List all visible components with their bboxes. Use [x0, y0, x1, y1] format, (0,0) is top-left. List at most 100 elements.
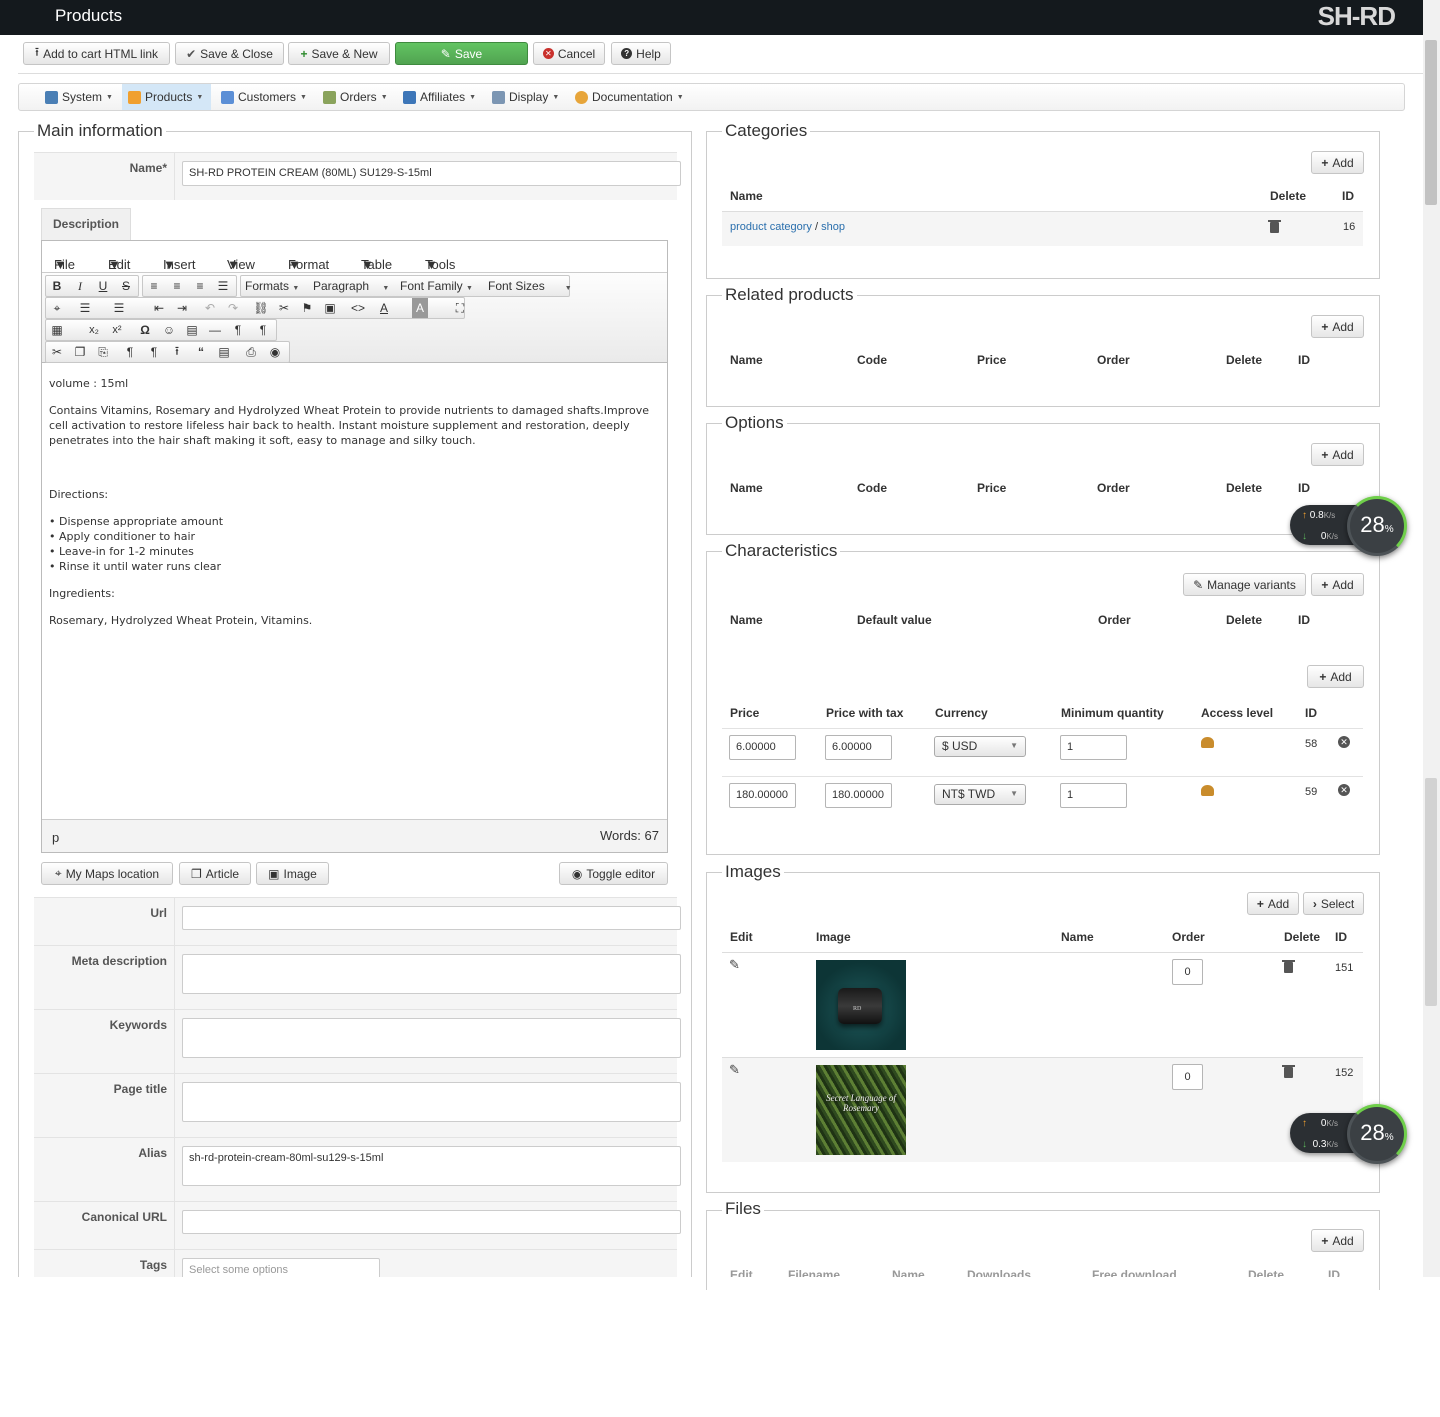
keywords-textarea[interactable]	[182, 1018, 681, 1058]
minimum-quantity-input[interactable]: 1	[1060, 783, 1127, 808]
add-to-cart-html-link-button[interactable]: ⭱ Add to cart HTML link	[23, 42, 170, 65]
minimum-quantity-input[interactable]: 1	[1060, 735, 1127, 760]
menu-customers[interactable]: Customers ▼	[215, 84, 313, 110]
currency-select[interactable]: NT$ TWD ▼	[934, 784, 1026, 805]
category-link-shop[interactable]: shop	[821, 221, 845, 233]
font-family-dropdown[interactable]: Font Family ▼	[400, 279, 473, 293]
background-color-icon[interactable]: A	[412, 298, 428, 318]
related-add-button[interactable]: + Add	[1311, 315, 1364, 338]
bookmark-icon[interactable]: ⚑	[296, 298, 318, 318]
menu-orders[interactable]: Orders ▼	[317, 84, 394, 110]
meta-description-textarea[interactable]	[182, 954, 681, 994]
my-maps-location-button[interactable]: ⌖ My Maps location	[41, 862, 173, 885]
price-input[interactable]: 6.00000	[729, 735, 796, 760]
tab-description[interactable]: Description	[41, 208, 131, 240]
save-close-button[interactable]: ✔ Save & Close	[175, 42, 284, 65]
redo-icon[interactable]: ↷	[222, 298, 244, 318]
menu-system[interactable]: System ▼	[39, 84, 119, 110]
prices-add-button[interactable]: + Add	[1307, 665, 1364, 688]
paste-icon[interactable]: ⎘	[92, 342, 114, 362]
subscript-icon[interactable]: x₂	[83, 320, 105, 340]
link-icon[interactable]: ⛓	[250, 298, 272, 318]
underline-icon[interactable]: U	[92, 276, 114, 296]
numbered-list-icon[interactable]: ☰	[108, 298, 130, 318]
media-icon[interactable]: ▤	[181, 320, 203, 340]
category-link-product-category[interactable]: product category	[730, 221, 812, 233]
page-scrollbar[interactable]	[1423, 0, 1440, 1277]
ltr-icon[interactable]: ¶	[227, 320, 249, 340]
paragraph-mark-icon[interactable]: ¶	[119, 342, 141, 362]
special-character-icon[interactable]: Ω	[134, 320, 156, 340]
name-input[interactable]: SH-RD PROTEIN CREAM (80ML) SU129-S-15ml	[182, 161, 681, 186]
url-input[interactable]	[182, 906, 681, 930]
network-speed-widget[interactable]: ↑ 0.8K/s ↓ 0K/s 28%	[1290, 496, 1408, 556]
image-order-input[interactable]: 0	[1172, 1064, 1203, 1090]
image-button[interactable]: ▣ Image	[256, 862, 329, 885]
rtl-icon[interactable]: ¶	[252, 320, 274, 340]
characteristics-add-button[interactable]: + Add	[1311, 573, 1364, 596]
save-new-button[interactable]: + Save & New	[288, 42, 390, 65]
canonical-url-input[interactable]	[182, 1210, 681, 1234]
copy-icon[interactable]: ❐	[69, 342, 91, 362]
menu-documentation[interactable]: Documentation ▼	[569, 84, 690, 110]
article-button[interactable]: ❐ Article	[179, 862, 251, 885]
italic-icon[interactable]: I	[69, 276, 91, 296]
undo-icon[interactable]: ↶	[199, 298, 221, 318]
blockquote-icon[interactable]: “	[190, 342, 212, 362]
menu-products[interactable]: Products ▼	[122, 84, 211, 110]
menu-affiliates[interactable]: Affiliates ▼	[397, 84, 482, 110]
trash-icon[interactable]	[1282, 1065, 1295, 1078]
upload-icon[interactable]: ⭱	[166, 342, 188, 362]
editor-content[interactable]: volume : 15ml Contains Vitamins, Rosemar…	[49, 376, 661, 628]
cancel-button[interactable]: ✕ Cancel	[533, 42, 605, 65]
price-with-tax-input[interactable]: 180.00000	[825, 783, 892, 808]
toggle-editor-button[interactable]: ◉ Toggle editor	[559, 862, 668, 885]
fullscreen-icon[interactable]: ⛶	[449, 298, 471, 318]
bullet-list-icon[interactable]: ☰	[74, 298, 96, 318]
scrollbar-thumb[interactable]	[1425, 40, 1437, 205]
users-access-icon[interactable]	[1201, 737, 1214, 748]
remove-price-icon[interactable]: ✕	[1338, 736, 1350, 748]
unlink-icon[interactable]: ✂	[273, 298, 295, 318]
emoticons-icon[interactable]: ☺	[158, 320, 180, 340]
font-sizes-dropdown[interactable]: Font Sizes ▼	[488, 279, 572, 293]
users-access-icon[interactable]	[1201, 785, 1214, 796]
edit-pencil-icon[interactable]: ✎	[729, 957, 740, 973]
source-code-icon[interactable]: <>	[347, 298, 369, 318]
options-add-button[interactable]: + Add	[1311, 443, 1364, 466]
network-speed-widget[interactable]: ↑ 0K/s ↓ 0.3K/s 28%	[1290, 1104, 1408, 1164]
help-button[interactable]: ? Help	[611, 42, 671, 65]
cut-icon[interactable]: ✂	[46, 342, 68, 362]
indent-icon[interactable]: ⇥	[171, 298, 193, 318]
text-color-icon[interactable]: A	[373, 298, 395, 318]
horizontal-rule-icon[interactable]: —	[204, 320, 226, 340]
scrollbar-thumb-secondary[interactable]	[1425, 778, 1437, 1006]
outdent-icon[interactable]: ⇤	[148, 298, 170, 318]
currency-select[interactable]: $ USD ▼	[934, 736, 1026, 757]
superscript-icon[interactable]: x²	[106, 320, 128, 340]
remove-price-icon[interactable]: ✕	[1338, 784, 1350, 796]
paragraph-dropdown[interactable]: Paragraph ▼	[313, 279, 389, 293]
manage-variants-button[interactable]: ✎ Manage variants	[1183, 573, 1306, 596]
menu-display[interactable]: Display ▼	[486, 84, 565, 110]
categories-add-button[interactable]: + Add	[1311, 151, 1364, 174]
strikethrough-icon[interactable]: S	[115, 276, 137, 296]
product-image-rosemary[interactable]: Secret Language of Rosemary	[816, 1065, 906, 1155]
save-button[interactable]: ✎ Save	[395, 42, 528, 65]
find-replace-icon[interactable]: ⌖	[46, 298, 68, 318]
formats-dropdown[interactable]: Formats ▼	[245, 279, 299, 293]
bold-icon[interactable]: B	[46, 276, 68, 296]
files-add-button[interactable]: + Add	[1311, 1229, 1364, 1252]
alias-textarea[interactable]: sh-rd-protein-cream-80ml-su129-s-15ml	[182, 1146, 681, 1186]
images-add-button[interactable]: + Add	[1247, 892, 1299, 915]
price-input[interactable]: 180.00000	[729, 783, 796, 808]
print-icon[interactable]: ⎙	[240, 342, 262, 362]
align-justify-icon[interactable]: ☰	[212, 276, 234, 296]
show-blocks-icon[interactable]: ¶	[143, 342, 165, 362]
edit-pencil-icon[interactable]: ✎	[729, 1062, 740, 1078]
table-icon[interactable]: ▦	[46, 320, 68, 340]
insert-image-icon[interactable]: ▣	[319, 298, 341, 318]
align-right-icon[interactable]: ≡	[189, 276, 211, 296]
trash-icon[interactable]	[1268, 220, 1281, 233]
product-image-jar[interactable]: RD	[816, 960, 906, 1050]
